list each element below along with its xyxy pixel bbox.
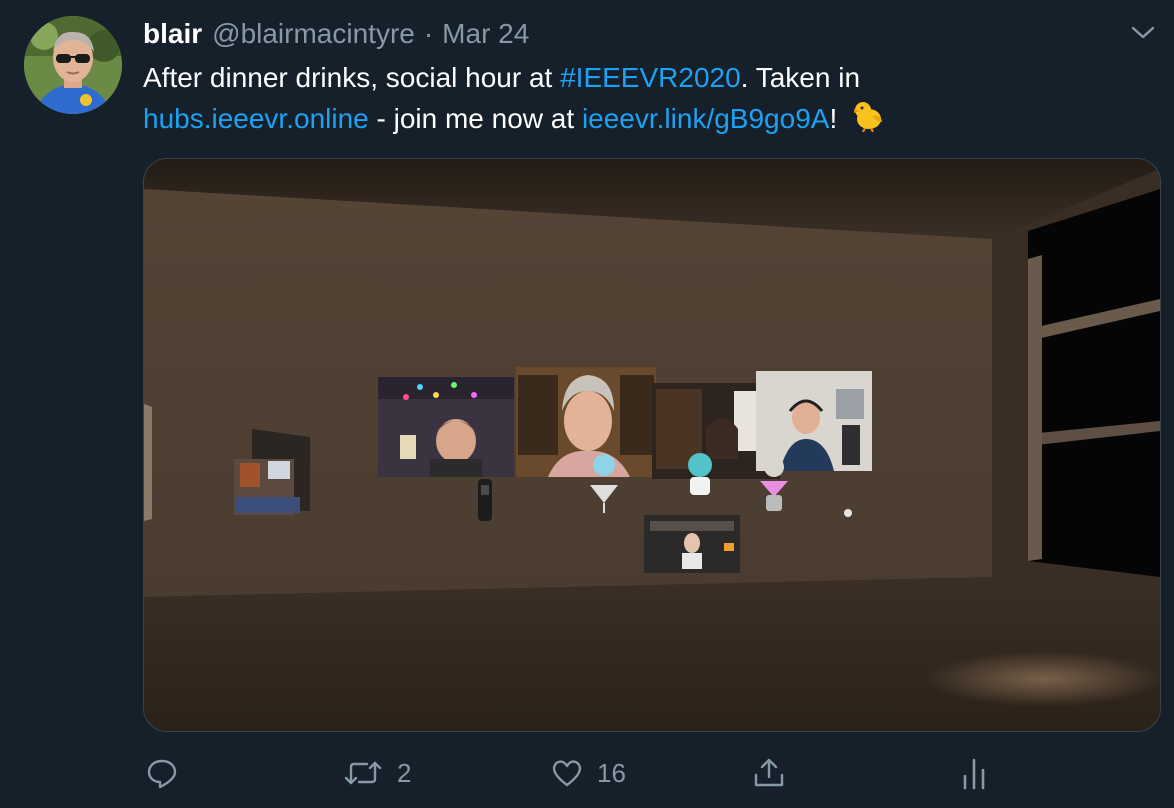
retweet-icon <box>343 757 383 789</box>
retweet-button[interactable]: 2 <box>343 748 411 798</box>
tweet-text-part: After dinner drinks, social hour at <box>143 62 561 93</box>
tweet-header: blair @blairmacintyre · Mar 24 <box>143 18 529 54</box>
reply-button[interactable] <box>146 748 178 798</box>
tweet-text-part: . Taken in <box>740 62 861 93</box>
retweet-count: 2 <box>397 757 412 788</box>
url-link-short[interactable]: ieeevr.link/gB9go9A <box>582 103 830 134</box>
tweet-media-image[interactable] <box>143 158 1161 732</box>
author-name[interactable]: blair <box>143 18 202 50</box>
tweet-date[interactable]: Mar 24 <box>442 18 529 50</box>
share-button[interactable] <box>752 748 786 798</box>
header-separator: · <box>423 18 434 49</box>
tweet-text: After dinner drinks, social hour at #IEE… <box>143 58 1143 143</box>
like-button[interactable]: 16 <box>551 748 626 798</box>
like-count: 16 <box>597 757 626 788</box>
hashtag-link[interactable]: #IEEEVR2020 <box>560 62 741 93</box>
analytics-button[interactable] <box>960 748 988 798</box>
heart-icon <box>551 757 583 789</box>
tweet-text-part: - join me now at <box>368 103 582 134</box>
tweet-actions: 2 16 <box>0 748 1174 798</box>
baby-chick-icon <box>851 98 885 143</box>
chevron-down-icon[interactable] <box>1130 22 1156 42</box>
tweet-text-part: ! <box>829 103 838 134</box>
url-link-hubs[interactable]: hubs.ieeevr.online <box>143 103 369 134</box>
author-handle[interactable]: @blairmacintyre <box>212 18 415 50</box>
analytics-icon <box>960 756 988 790</box>
reply-icon <box>146 757 178 789</box>
author-avatar[interactable] <box>24 16 122 114</box>
share-icon <box>752 757 786 789</box>
